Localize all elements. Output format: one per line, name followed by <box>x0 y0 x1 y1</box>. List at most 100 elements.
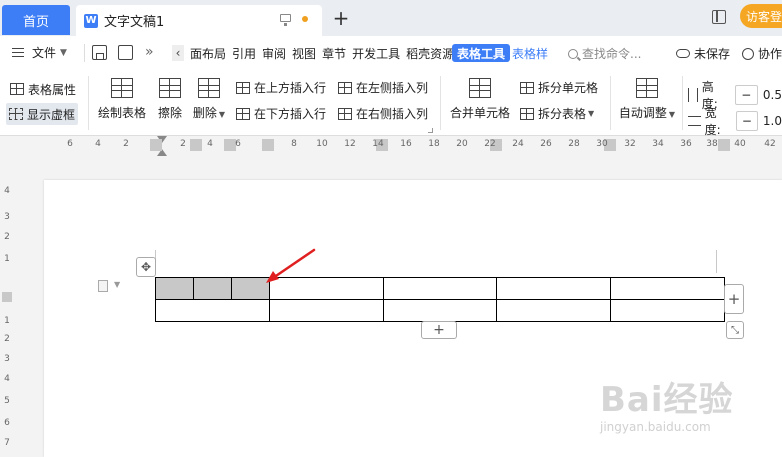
auto-fit-button[interactable]: 自动调整 ▼ <box>618 70 676 121</box>
table-cell-selected[interactable] <box>155 277 194 300</box>
column-width-decrease-button[interactable]: − <box>736 111 758 131</box>
tab-home[interactable]: 首页 <box>2 5 70 35</box>
ruler-tick-label: 7 <box>4 438 10 448</box>
file-menu-label: 文件 <box>32 46 57 60</box>
horizontal-ruler[interactable]: 6 4 2 2 4 6 8 10 12 14 16 18 20 22 24 26 28 30 32 34 36 38 40 4… <box>0 136 782 156</box>
ruler-tick-label: 6 <box>4 418 10 428</box>
delete-label: 删除 ▼ <box>192 106 226 120</box>
menu-item-references[interactable]: 引用 <box>229 45 259 62</box>
ruler-tick-label: 34 <box>652 139 664 149</box>
row-height-decrease-button[interactable]: − <box>734 85 758 105</box>
document-page[interactable]: ✥ ▼ + + ⤡ Bai经验 jingyan.baidu.com <box>44 180 782 457</box>
draw-table-label: 绘制表格 <box>97 106 146 120</box>
menu-item-review[interactable]: 审阅 <box>259 45 289 62</box>
add-row-button[interactable]: + <box>421 321 457 339</box>
row-marker[interactable] <box>2 292 12 302</box>
divider <box>610 76 611 130</box>
tab-document[interactable]: W 文字文稿1 <box>76 5 322 36</box>
chevron-down-icon: ▼ <box>588 109 595 118</box>
insert-column-left-icon <box>338 81 352 94</box>
table-cell[interactable] <box>610 277 725 300</box>
tab-table-tools[interactable]: 表格工具 <box>452 44 511 62</box>
table-properties-icon <box>10 83 24 95</box>
ruler-tick-label: 30 <box>596 139 608 149</box>
search-icon <box>568 48 578 59</box>
table-row <box>155 277 725 300</box>
document-table[interactable] <box>155 277 725 322</box>
table-row <box>155 299 725 322</box>
split-cells-button[interactable]: 拆分单元格 <box>520 79 598 96</box>
ruler-tick-label: 24 <box>512 139 524 149</box>
menu-bar: 文件 ▼ » ‹ 面布局 引用 审阅 视图 章节 开发工具 稻壳资源 表格工具 … <box>0 36 782 70</box>
menu-items: 面布局 引用 审阅 视图 章节 开发工具 稻壳资源 <box>187 45 457 62</box>
dialog-launcher-icon[interactable] <box>428 128 433 133</box>
collaborate-icon <box>742 47 754 60</box>
more-icon[interactable]: » <box>145 44 154 60</box>
split-table-icon <box>520 107 534 120</box>
ruler-tick-label: 42 <box>764 139 776 149</box>
column-width-input[interactable]: 1.0 <box>763 114 782 128</box>
insert-column-right-button[interactable]: 在右侧插入列 <box>338 105 428 122</box>
table-cell[interactable] <box>383 277 497 300</box>
ruler-tick-label: 4 <box>4 374 10 384</box>
merge-cells-button[interactable]: 合并单元格 <box>448 70 512 121</box>
ruler-tick-label: 6 <box>67 139 73 149</box>
column-marker[interactable] <box>262 139 274 151</box>
draw-table-icon <box>111 78 133 98</box>
save-icon[interactable] <box>92 45 107 60</box>
add-tab-button[interactable]: + <box>330 6 352 30</box>
command-search[interactable]: 查找命令... <box>568 45 641 62</box>
menu-item-developer[interactable]: 开发工具 <box>349 45 403 62</box>
insert-row-above-button[interactable]: 在上方插入行 <box>236 79 326 96</box>
table-resize-handle-icon[interactable]: ⤡ <box>726 321 744 339</box>
show-gridlines-toggle[interactable]: 显示虚框 <box>6 103 79 125</box>
draw-table-button[interactable]: 绘制表格 <box>96 70 148 121</box>
table-move-handle-icon[interactable]: ✥ <box>136 257 156 277</box>
ruler-tick-label: 14 <box>372 139 384 149</box>
file-menu[interactable]: 文件 ▼ <box>32 44 67 61</box>
collaborate-button[interactable]: 协作 <box>742 45 782 62</box>
menu-item-page-layout[interactable]: 面布局 <box>187 45 229 62</box>
ruler-tick-label: 2 <box>4 334 10 344</box>
tab-table-style[interactable]: 表格样 <box>512 45 548 62</box>
table-cell[interactable] <box>496 277 611 300</box>
writer-doc-icon: W <box>84 13 98 28</box>
ruler-tick-label: 36 <box>680 139 692 149</box>
chevron-down-icon[interactable]: ▼ <box>114 280 120 289</box>
table-cell-selected[interactable] <box>193 277 232 300</box>
table-cell[interactable] <box>383 299 497 322</box>
add-column-button[interactable]: + <box>724 284 744 314</box>
column-marker[interactable] <box>150 139 162 151</box>
hamburger-icon[interactable] <box>12 48 24 57</box>
paragraph-icon[interactable] <box>98 280 108 292</box>
monitor-icon[interactable] <box>280 14 291 26</box>
row-height-input[interactable]: 0.5 <box>763 88 782 102</box>
merge-cells-label: 合并单元格 <box>449 106 510 120</box>
table-cell[interactable] <box>496 299 611 322</box>
title-bar: 首页 W 文字文稿1 + 访客登 <box>0 0 782 36</box>
watermark-logo: Bai经验 <box>600 380 734 420</box>
menu-item-section[interactable]: 章节 <box>319 45 349 62</box>
table-cell[interactable] <box>610 299 725 322</box>
eraser-icon <box>159 78 181 98</box>
split-table-button[interactable]: 拆分表格 ▼ <box>520 105 594 122</box>
menu-item-docer-resources[interactable]: 稻壳资源 <box>403 45 457 62</box>
split-cells-label: 拆分单元格 <box>538 81 599 95</box>
insert-row-below-button[interactable]: 在下方插入行 <box>236 105 326 122</box>
vertical-ruler[interactable]: 4 3 2 1 1 2 3 4 5 6 7 <box>0 156 14 457</box>
chevron-left-icon[interactable]: ‹ <box>172 45 184 61</box>
export-icon[interactable] <box>118 45 133 60</box>
window-layout-icon[interactable] <box>712 10 726 24</box>
menu-item-view[interactable]: 视图 <box>289 45 319 62</box>
table-cell[interactable] <box>269 299 384 322</box>
auto-fit-icon <box>636 78 658 98</box>
ruler-tick-label: 26 <box>540 139 552 149</box>
insert-column-left-button[interactable]: 在左侧插入列 <box>338 79 428 96</box>
visitor-login-button[interactable]: 访客登 <box>740 4 782 28</box>
ruler-tick-label: 4 <box>95 139 101 149</box>
delete-button[interactable]: 删除 ▼ <box>190 70 228 121</box>
table-cell[interactable] <box>155 299 270 322</box>
table-properties-button[interactable]: 表格属性 <box>8 79 78 99</box>
eraser-button[interactable]: 擦除 <box>154 70 186 121</box>
unsaved-status[interactable]: 未保存 <box>676 45 730 62</box>
